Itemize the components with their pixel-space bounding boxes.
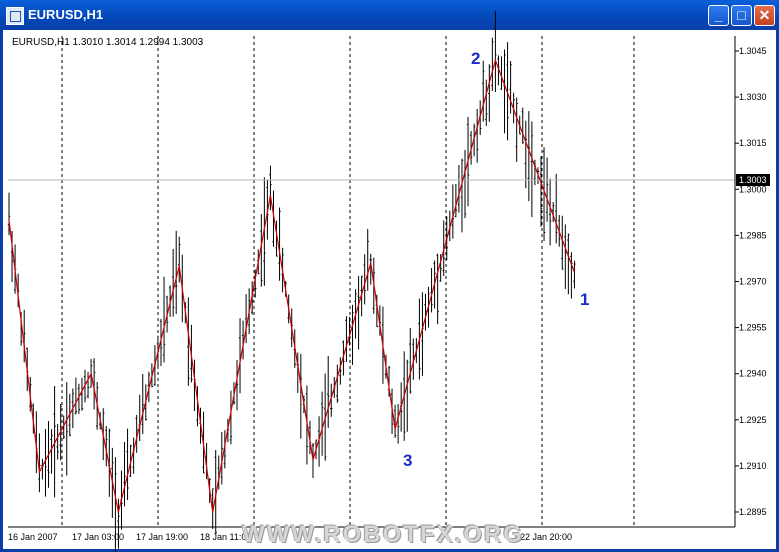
price-bar (436, 253, 439, 325)
price-bar (460, 158, 464, 233)
y-tick-label: 1.2955 (739, 323, 767, 333)
price-bar (171, 249, 175, 317)
price-bar (406, 359, 409, 432)
y-tick-label: 1.2925 (739, 415, 767, 425)
x-tick-label: 17 Jan 19:00 (136, 532, 188, 542)
price-bar (573, 260, 576, 289)
price-bar (521, 107, 524, 145)
current-price-label: 1.3003 (739, 175, 767, 185)
price-bar (396, 403, 400, 444)
x-tick-label: 17 Jan 03:00 (72, 532, 124, 542)
x-tick-label: 22 Jan 20:00 (520, 532, 572, 542)
price-bar (491, 37, 494, 91)
price-bar (299, 353, 303, 439)
price-bar (457, 165, 461, 213)
y-tick-label: 1.3030 (739, 92, 767, 102)
x-tick-label: 16 Jan 2007 (8, 532, 58, 542)
price-bar (567, 233, 570, 295)
price-bar (65, 382, 68, 476)
price-bar (327, 355, 330, 428)
price-bar (74, 377, 78, 415)
y-tick-label: 1.2970 (739, 277, 767, 287)
price-bar (475, 108, 479, 163)
y-tick-label: 1.3015 (739, 138, 767, 148)
price-chart[interactable]: 1.30451.30301.30151.30001.29851.29701.29… (0, 0, 779, 552)
price-bar (524, 120, 527, 189)
price-bar (409, 327, 412, 394)
price-bar (570, 252, 573, 299)
price-bar (80, 377, 84, 411)
y-tick-label: 1.3045 (739, 46, 767, 56)
price-bar (162, 276, 166, 363)
price-bar (41, 458, 44, 480)
price-bar (555, 173, 558, 244)
price-bar (564, 224, 567, 289)
price-bar (482, 60, 485, 122)
price-bar (548, 178, 552, 246)
price-bar (336, 364, 339, 403)
price-bar (123, 441, 126, 507)
price-bar (311, 443, 315, 478)
y-tick-label: 1.2940 (739, 369, 767, 379)
price-bar (126, 428, 129, 501)
price-bar (515, 97, 518, 162)
y-tick-label: 1.2910 (739, 461, 767, 471)
zigzag-line (8, 58, 575, 513)
price-bar (345, 316, 348, 362)
wave-label-3: 3 (403, 451, 412, 470)
price-bar (351, 304, 354, 365)
price-bar (463, 149, 467, 219)
y-tick-label: 1.2895 (739, 507, 767, 517)
price-bar (485, 79, 488, 126)
wave-label-2: 2 (471, 49, 480, 68)
price-bar (366, 229, 369, 291)
price-bar (357, 275, 360, 350)
wave-label-1: 1 (580, 290, 589, 309)
price-bar (141, 373, 144, 435)
price-bar (494, 11, 497, 92)
price-bar (527, 111, 531, 202)
price-bar (503, 49, 506, 134)
y-tick-label: 1.2985 (739, 230, 767, 240)
price-bar (56, 423, 59, 460)
watermark-text: WWW.ROBOTFX.ORG (242, 521, 524, 548)
price-bar (530, 121, 534, 218)
chart-symbol-info: EURUSD,H1 1.3010 1.3014 1.2994 1.3003 (12, 37, 204, 48)
price-bar (545, 157, 549, 222)
price-bar (138, 394, 141, 442)
price-bar (86, 371, 90, 399)
price-bar (488, 64, 491, 122)
price-bar (509, 60, 512, 114)
price-bar (320, 391, 324, 456)
price-bar (421, 292, 424, 376)
